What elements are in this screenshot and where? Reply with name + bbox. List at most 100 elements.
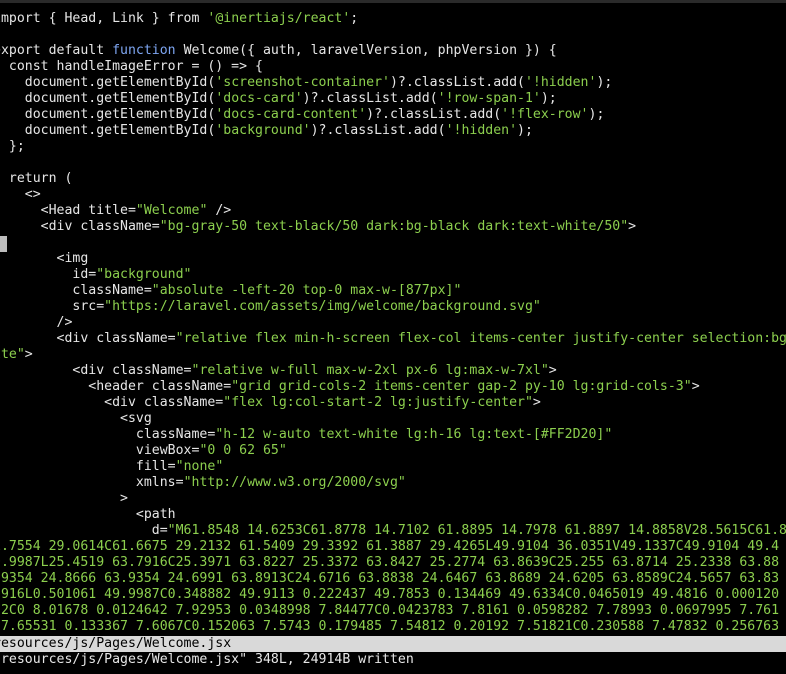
code-text: <div className= bbox=[0, 363, 192, 378]
code-text: )?.classList.add( bbox=[389, 75, 525, 90]
code-text: > bbox=[691, 379, 700, 394]
code-text: document.getElementById( bbox=[0, 107, 216, 122]
code-text: > bbox=[628, 219, 637, 234]
code-string: "background" bbox=[96, 267, 192, 282]
code-text: import { Head, Link } from bbox=[0, 11, 208, 26]
code-line[interactable]: 9.9987L25.4519 63.7916C25.3971 63.8227 2… bbox=[0, 555, 786, 571]
code-text: Welcome({ auth, laravelVersion, phpVersi… bbox=[175, 43, 557, 58]
code-string: '!hidden' bbox=[524, 75, 597, 90]
code-text: <header className= bbox=[0, 379, 232, 394]
code-text: document.getElementById( bbox=[0, 75, 216, 90]
code-text: )?.classList.add( bbox=[310, 123, 446, 138]
code-text: className= bbox=[0, 283, 152, 298]
code-line[interactable]: document.getElementById('docs-card-conte… bbox=[0, 107, 786, 123]
code-line[interactable]: className="h-12 w-auto text-white lg:h-1… bbox=[0, 427, 786, 443]
code-string: "none" bbox=[175, 459, 224, 474]
code-line[interactable]: viewBox="0 0 62 65" bbox=[0, 443, 786, 459]
window-top-strip bbox=[0, 0, 786, 3]
code-line[interactable]: xmlns="http://www.w3.org/2000/svg" bbox=[0, 475, 786, 491]
code-text: xmlns= bbox=[0, 475, 184, 490]
code-string: "Welcome" bbox=[135, 203, 208, 218]
code-line[interactable]: /> bbox=[0, 315, 786, 331]
code-text: <img bbox=[0, 251, 89, 266]
code-string: "flex lg:col-start-2 lg:justify-center" bbox=[223, 395, 533, 410]
code-text: <svg bbox=[0, 411, 152, 426]
code-line[interactable]: id="background" bbox=[0, 267, 786, 283]
code-string: 7.65531 0.133367 7.6067C0.152063 7.5743 … bbox=[0, 619, 780, 634]
code-text: viewBox= bbox=[0, 443, 200, 458]
code-string: "relative w-full max-w-2xl px-6 lg:max-w… bbox=[191, 363, 549, 378]
code-line[interactable]: className="absolute -left-20 top-0 max-w… bbox=[0, 283, 786, 299]
code-string: "http://www.w3.org/2000/svg" bbox=[183, 475, 406, 490]
code-text: ); bbox=[540, 91, 557, 106]
code-string: 52C0 8.01678 0.0124642 7.92953 0.0348998… bbox=[0, 603, 780, 618]
status-line: resources/js/Pages/Welcome.jsx bbox=[0, 636, 786, 652]
code-line[interactable]: <Head title="Welcome" /> bbox=[0, 203, 786, 219]
code-text: <path bbox=[0, 507, 176, 522]
code-line[interactable] bbox=[0, 155, 786, 171]
code-line[interactable]: ite"> bbox=[0, 347, 786, 363]
code-string: 'screenshot-container' bbox=[215, 75, 390, 90]
code-line[interactable]: 52C0 8.01678 0.0124642 7.92953 0.0348998… bbox=[0, 603, 786, 619]
code-line[interactable]: return ( bbox=[0, 171, 786, 187]
code-text: )?.classList.add( bbox=[366, 107, 502, 122]
code-line[interactable]: document.getElementById('docs-card')?.cl… bbox=[0, 91, 786, 107]
code-line[interactable]: <img bbox=[0, 251, 786, 267]
code-line[interactable] bbox=[0, 235, 786, 251]
code-line[interactable]: document.getElementById('screenshot-cont… bbox=[0, 75, 786, 91]
code-line[interactable]: src="https://laravel.com/assets/img/welc… bbox=[0, 299, 786, 315]
code-line[interactable]: <path bbox=[0, 507, 786, 523]
code-line[interactable]: fill="none" bbox=[0, 459, 786, 475]
code-line[interactable]: <svg bbox=[0, 411, 786, 427]
code-text: /> bbox=[207, 203, 232, 218]
command-message: "resources/js/Pages/Welcome.jsx" 348L, 2… bbox=[0, 652, 414, 667]
command-line[interactable]: "resources/js/Pages/Welcome.jsx" 348L, 2… bbox=[0, 652, 786, 668]
code-text: <div className= bbox=[0, 219, 160, 234]
code-line[interactable]: <div className="relative flex min-h-scre… bbox=[0, 331, 786, 347]
code-line[interactable]: import { Head, Link } from '@inertiajs/r… bbox=[0, 11, 786, 27]
code-line[interactable]: 1.7554 29.0614C61.6675 29.2132 61.5409 2… bbox=[0, 539, 786, 555]
terminal-window[interactable]: import { Head, Link } from '@inertiajs/r… bbox=[0, 0, 786, 674]
code-line[interactable]: }; bbox=[0, 139, 786, 155]
code-string: 'docs-card' bbox=[215, 91, 303, 106]
code-text: const handleImageError = () => { bbox=[0, 59, 263, 74]
code-text: > bbox=[0, 491, 128, 506]
code-line[interactable]: <div className="bg-gray-50 text-black/50… bbox=[0, 219, 786, 235]
code-string: "grid grid-cols-2 items-center gap-2 py-… bbox=[231, 379, 692, 394]
code-line[interactable]: <> bbox=[0, 187, 786, 203]
code-line[interactable]: <header className="grid grid-cols-2 item… bbox=[0, 379, 786, 395]
code-string: '!flex-row' bbox=[501, 107, 589, 122]
code-text: ; bbox=[350, 11, 359, 26]
code-text: > bbox=[24, 347, 33, 362]
text-cursor bbox=[0, 236, 7, 252]
status-filename: resources/js/Pages/Welcome.jsx bbox=[0, 636, 232, 651]
code-line[interactable]: 7916L0.501061 49.9987C0.348882 49.9113 0… bbox=[0, 587, 786, 603]
code-line[interactable]: 7.65531 0.133367 7.6067C0.152063 7.5743 … bbox=[0, 619, 786, 635]
code-string: "0 0 62 65" bbox=[199, 443, 287, 458]
code-text: > bbox=[548, 363, 557, 378]
code-line[interactable]: .9354 24.8666 63.9354 24.6991 63.8913C24… bbox=[0, 571, 786, 587]
code-text: document.getElementById( bbox=[0, 123, 216, 138]
code-line[interactable] bbox=[0, 27, 786, 43]
code-text: }; bbox=[8, 139, 25, 154]
code-string: '@inertiajs/react' bbox=[207, 11, 351, 26]
code-line[interactable]: document.getElementById('background')?.c… bbox=[0, 123, 786, 139]
code-text: /> bbox=[0, 315, 73, 330]
code-text: > bbox=[532, 395, 541, 410]
code-line[interactable]: export default function Welcome({ auth, … bbox=[0, 43, 786, 59]
code-line[interactable]: <div className="flex lg:col-start-2 lg:j… bbox=[0, 395, 786, 411]
code-string: '!row-span-1' bbox=[437, 91, 541, 106]
code-buffer[interactable]: import { Head, Link } from '@inertiajs/r… bbox=[0, 11, 786, 635]
code-line[interactable]: d="M61.8548 14.6253C61.8778 14.7102 61.8… bbox=[0, 523, 786, 539]
code-text: document.getElementById( bbox=[0, 91, 216, 106]
code-keyword: function bbox=[112, 43, 176, 58]
code-string: 'docs-card-content' bbox=[215, 107, 367, 122]
code-string: "M61.8548 14.6253C61.8778 14.7102 61.889… bbox=[167, 523, 786, 538]
code-text: ); bbox=[596, 75, 613, 90]
code-line[interactable]: const handleImageError = () => { bbox=[0, 59, 786, 75]
code-text: fill= bbox=[0, 459, 176, 474]
code-line[interactable]: <div className="relative w-full max-w-2x… bbox=[0, 363, 786, 379]
code-text: <div className= bbox=[0, 395, 224, 410]
code-string: 1.7554 29.0614C61.6675 29.2132 61.5409 2… bbox=[0, 539, 780, 554]
code-line[interactable]: > bbox=[0, 491, 786, 507]
